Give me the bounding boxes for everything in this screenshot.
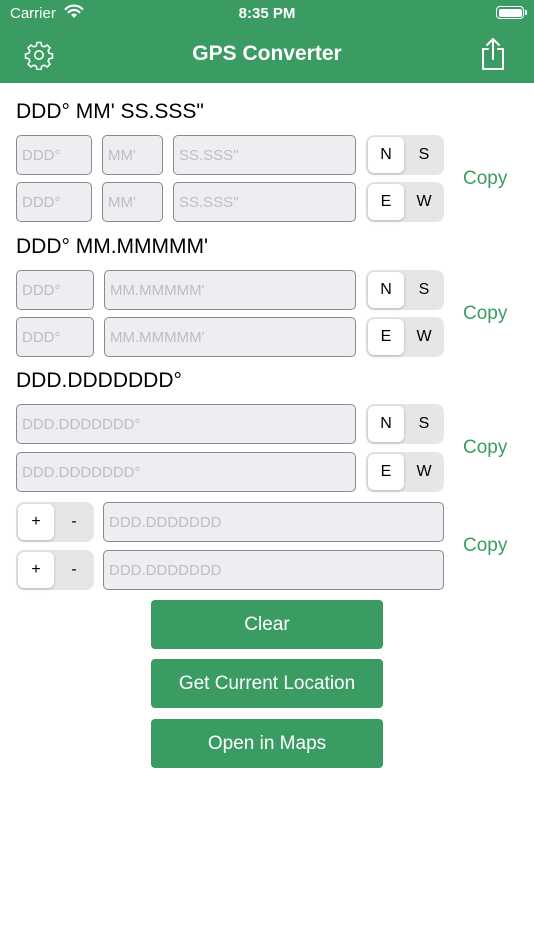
- nav-bar: Carrier 8:35 PM GPS Converter: [0, 0, 534, 83]
- dd-lat-north-option[interactable]: N: [368, 406, 404, 442]
- dms-lon-seconds-input[interactable]: [173, 182, 356, 222]
- dms-lat-minutes-input[interactable]: [102, 135, 163, 175]
- dms-lon-hemisphere-toggle[interactable]: E W: [366, 182, 444, 222]
- signed-lat-input[interactable]: [103, 502, 444, 542]
- signed-lat-sign-toggle[interactable]: + -: [16, 502, 94, 542]
- dmm-lon-west-option[interactable]: W: [406, 319, 442, 355]
- dmm-lon-east-option[interactable]: E: [368, 319, 404, 355]
- dmm-lon-minutes-input[interactable]: [104, 317, 356, 357]
- signed-copy-button[interactable]: Copy: [463, 535, 507, 557]
- dms-lat-degrees-input[interactable]: [16, 135, 92, 175]
- dms-lon-minutes-input[interactable]: [102, 182, 163, 222]
- dmm-lat-degrees-input[interactable]: [16, 270, 94, 310]
- dd-title: DDD.DDDDDDD°: [16, 369, 182, 392]
- dmm-lat-south-option[interactable]: S: [406, 272, 442, 308]
- dmm-lat-minutes-input[interactable]: [104, 270, 356, 310]
- signed-lon-sign-toggle[interactable]: + -: [16, 550, 94, 590]
- dmm-lat-north-option[interactable]: N: [368, 272, 404, 308]
- status-bar: Carrier 8:35 PM: [0, 0, 534, 28]
- page-title: GPS Converter: [192, 42, 342, 65]
- open-in-maps-button[interactable]: Open in Maps: [151, 719, 383, 768]
- dms-lat-seconds-input[interactable]: [173, 135, 356, 175]
- signed-lon-minus-option[interactable]: -: [56, 552, 92, 588]
- signed-lon-input[interactable]: [103, 550, 444, 590]
- dd-lon-hemisphere-toggle[interactable]: E W: [366, 452, 444, 492]
- battery-icon: [496, 6, 527, 19]
- signed-lat-plus-option[interactable]: +: [18, 504, 54, 540]
- dmm-lat-hemisphere-toggle[interactable]: N S: [366, 270, 444, 310]
- dd-lon-west-option[interactable]: W: [406, 454, 442, 490]
- dms-lat-north-option[interactable]: N: [368, 137, 404, 173]
- dms-copy-button[interactable]: Copy: [463, 168, 507, 190]
- dd-lat-hemisphere-toggle[interactable]: N S: [366, 404, 444, 444]
- dmm-lon-hemisphere-toggle[interactable]: E W: [366, 317, 444, 357]
- dmm-title: DDD° MM.MMMMM': [16, 235, 209, 258]
- dd-copy-button[interactable]: Copy: [463, 437, 507, 459]
- clear-button[interactable]: Clear: [151, 600, 383, 649]
- signed-lon-plus-option[interactable]: +: [18, 552, 54, 588]
- share-icon[interactable]: [478, 37, 508, 71]
- dd-lon-east-option[interactable]: E: [368, 454, 404, 490]
- dms-lat-hemisphere-toggle[interactable]: N S: [366, 135, 444, 175]
- dd-lon-input[interactable]: [16, 452, 356, 492]
- signed-lat-minus-option[interactable]: -: [56, 504, 92, 540]
- dmm-copy-button[interactable]: Copy: [463, 303, 507, 325]
- current-location-button[interactable]: Get Current Location: [151, 659, 383, 708]
- dd-lat-south-option[interactable]: S: [406, 406, 442, 442]
- dms-lon-degrees-input[interactable]: [16, 182, 92, 222]
- dms-lat-south-option[interactable]: S: [406, 137, 442, 173]
- dms-lon-west-option[interactable]: W: [406, 184, 442, 220]
- status-time: 8:35 PM: [238, 5, 296, 22]
- dms-lon-east-option[interactable]: E: [368, 184, 404, 220]
- dd-lat-input[interactable]: [16, 404, 356, 444]
- dms-title: DDD° MM' SS.SSS": [16, 100, 204, 123]
- dmm-lon-degrees-input[interactable]: [16, 317, 94, 357]
